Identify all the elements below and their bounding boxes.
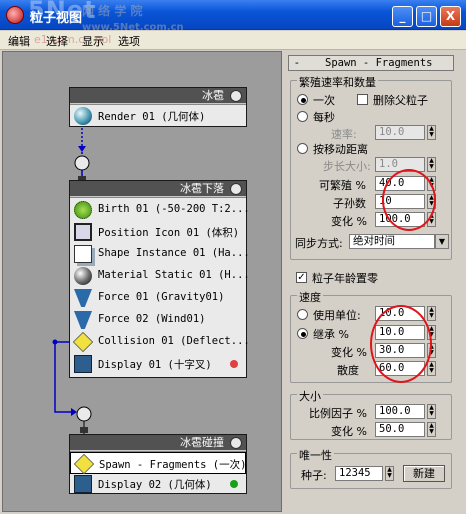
operator-spawn-fragments[interactable]: Spawn - Fragments (一次) bbox=[70, 452, 246, 475]
render-teapot-icon bbox=[74, 107, 92, 125]
collision-test-icon bbox=[72, 331, 94, 353]
title-bar[interactable]: 粒子视图 5Net 网 络 学 院 www.5Net.com.cn _ □ X bbox=[0, 0, 466, 33]
menu-bar: e1 com.cn ool 编辑 选择 显示 选项 bbox=[0, 31, 466, 50]
operator-display-02[interactable]: Display 02 (几何体) bbox=[70, 473, 246, 495]
menu-edit[interactable]: 编辑 bbox=[8, 33, 30, 49]
event-hail-fall[interactable]: 冰雹下落 Birth 01 (-50-200 T:2... Position I… bbox=[69, 180, 250, 378]
display-color-swatch[interactable] bbox=[230, 480, 238, 488]
use-units-spinner-arrows[interactable]: ▲ ▼ bbox=[427, 306, 436, 321]
display-color-swatch[interactable] bbox=[230, 360, 238, 368]
birth-icon bbox=[74, 201, 92, 219]
operator-birth[interactable]: Birth 01 (-50-200 T:2... bbox=[70, 199, 250, 221]
scale-factor-spinner-arrows[interactable]: ▲ ▼ bbox=[427, 404, 436, 419]
restart-age-checkbox[interactable]: ✓ bbox=[296, 272, 307, 283]
event-hail[interactable]: 冰雹 Render 01 (几何体) bbox=[69, 87, 247, 127]
close-button[interactable]: X bbox=[440, 6, 461, 27]
operator-position-icon[interactable]: Position Icon 01 (体积) bbox=[70, 221, 246, 243]
step-size-spinner-arrows[interactable]: ▲ ▼ bbox=[427, 157, 436, 172]
operator-force-wind[interactable]: Force 02 (Wind01) bbox=[70, 309, 246, 331]
uniqueness-group: 唯一性 种子: 12345 ▲ ▼ 新建 bbox=[290, 447, 452, 489]
divergence-spinner-arrows[interactable]: ▲ ▼ bbox=[427, 361, 436, 376]
event-light-icon[interactable] bbox=[230, 90, 242, 102]
menu-display[interactable]: 显示 bbox=[82, 33, 104, 49]
new-seed-button[interactable]: 新建 bbox=[403, 465, 445, 482]
force-icon bbox=[74, 289, 92, 307]
app-icon[interactable] bbox=[6, 6, 24, 24]
parameters-panel: - Spawn - Fragments 繁殖速率和数量 一次 删除父粒子 每秒 … bbox=[284, 51, 464, 512]
seed-spinner[interactable]: 12345 bbox=[335, 466, 383, 481]
once-radio[interactable] bbox=[297, 94, 308, 105]
highlight-circle bbox=[370, 305, 432, 383]
operator-collision[interactable]: Collision 01 (Deflect... bbox=[70, 331, 250, 353]
highlight-circle bbox=[382, 169, 436, 231]
chevron-down-icon[interactable]: ▼ bbox=[435, 234, 449, 249]
delete-parent-checkbox[interactable] bbox=[357, 94, 368, 105]
inherit-radio[interactable] bbox=[297, 328, 308, 339]
material-sphere-icon bbox=[74, 267, 92, 285]
rate-spinner[interactable]: 10.0 bbox=[375, 125, 425, 140]
event-light-icon[interactable] bbox=[230, 183, 242, 195]
seed-spinner-arrows[interactable]: ▲ ▼ bbox=[385, 466, 394, 481]
force-icon bbox=[74, 311, 92, 329]
operator-display-01[interactable]: Display 01 (十字叉) bbox=[70, 353, 246, 375]
maximize-button[interactable]: □ bbox=[416, 6, 437, 27]
display-icon bbox=[74, 475, 92, 493]
particle-view-canvas[interactable]: 冰雹 Render 01 (几何体) 冰雹下落 Birth 01 (-50-20… bbox=[2, 51, 282, 512]
watermark-text: 网 络 学 院 www.5Net.com.cn bbox=[82, 4, 184, 33]
shape-instance-icon bbox=[74, 245, 92, 263]
size-group: 大小 比例因子 % 100.0 ▲ ▼ 变化 % 50.0 ▲ ▼ bbox=[290, 388, 452, 440]
rollout-header[interactable]: - Spawn - Fragments bbox=[288, 55, 454, 71]
scale-factor-spinner[interactable]: 100.0 bbox=[375, 404, 425, 419]
operator-shape-instance[interactable]: Shape Instance 01 (Ha... bbox=[70, 243, 250, 265]
event-hail-body: Render 01 (几何体) bbox=[70, 104, 246, 126]
by-distance-radio[interactable] bbox=[297, 143, 308, 154]
operator-material-static[interactable]: Material Static 01 (H... bbox=[70, 265, 250, 287]
event-hail-header[interactable]: 冰雹 bbox=[70, 88, 246, 103]
event-light-icon[interactable] bbox=[230, 437, 242, 449]
event-hail-collide[interactable]: 冰雹碰撞 Spawn - Fragments (一次) Display 02 (… bbox=[69, 434, 247, 494]
menu-select[interactable]: 选择 bbox=[46, 33, 68, 49]
event-hail-collide-header[interactable]: 冰雹碰撞 bbox=[70, 435, 246, 450]
event-hail-fall-header[interactable]: 冰雹下落 bbox=[70, 181, 246, 196]
size-variation-spinner-arrows[interactable]: ▲ ▼ bbox=[427, 422, 436, 437]
event-hail-fall-body: Birth 01 (-50-200 T:2... Position Icon 0… bbox=[70, 197, 250, 377]
rate-spinner-arrows[interactable]: ▲ ▼ bbox=[427, 125, 436, 140]
display-icon bbox=[74, 355, 92, 373]
sync-by-dropdown[interactable]: 绝对时间 bbox=[349, 234, 435, 249]
operator-force-gravity[interactable]: Force 01 (Gravity01) bbox=[70, 287, 246, 309]
minimize-button[interactable]: _ bbox=[392, 6, 413, 27]
use-units-radio[interactable] bbox=[297, 309, 308, 320]
event-hail-collide-body: Spawn - Fragments (一次) Display 02 (几何体) bbox=[70, 451, 246, 493]
menu-options[interactable]: 选项 bbox=[118, 33, 140, 49]
spawn-test-icon bbox=[73, 453, 95, 475]
operator-render[interactable]: Render 01 (几何体) bbox=[70, 105, 246, 127]
position-icon bbox=[74, 223, 92, 241]
per-second-radio[interactable] bbox=[297, 111, 308, 122]
spawn-rate-group: 繁殖速率和数量 一次 删除父粒子 每秒 速率: 10.0 ▲ ▼ 按移动距离 步长… bbox=[290, 74, 452, 260]
size-variation-spinner[interactable]: 50.0 bbox=[375, 422, 425, 437]
